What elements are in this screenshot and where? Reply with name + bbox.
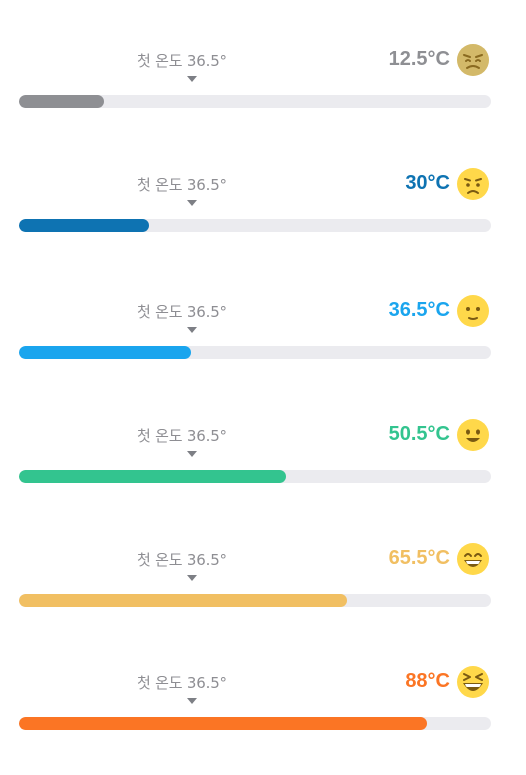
- temperature-progress-fill: [19, 219, 149, 232]
- temperature-row: 첫 온도 36.5° 50.5°C: [0, 415, 526, 495]
- temperature-progress-track: [19, 470, 491, 483]
- temperature-progress-track: [19, 717, 491, 730]
- temperature-progress-fill: [19, 594, 348, 607]
- first-temperature-label: 첫 온도 36.5°: [137, 427, 227, 445]
- first-temperature-label: 첫 온도 36.5°: [137, 551, 227, 569]
- temperature-progress-track: [19, 219, 491, 232]
- sad-face-icon: [457, 168, 489, 200]
- temperature-progress-track: [19, 346, 491, 359]
- first-temperature-label: 첫 온도 36.5°: [137, 52, 227, 70]
- first-temperature-label: 첫 온도 36.5°: [137, 176, 227, 194]
- caret-down-icon: [187, 575, 197, 581]
- first-temperature-label: 첫 온도 36.5°: [137, 674, 227, 692]
- temperature-progress-fill: [19, 346, 192, 359]
- temperature-value: 65.5°C: [388, 547, 450, 569]
- temperature-value: 50.5°C: [388, 423, 450, 445]
- caret-down-icon: [187, 327, 197, 333]
- temperature-row: 첫 온도 36.5° 65.5°C: [0, 539, 526, 619]
- temperature-value: 12.5°C: [388, 48, 450, 70]
- temperature-progress-fill: [19, 95, 104, 108]
- smile-face-icon: [457, 419, 489, 451]
- temperature-progress-track: [19, 95, 491, 108]
- temperature-value: 36.5°C: [388, 299, 450, 321]
- temperature-progress-fill: [19, 470, 286, 483]
- weary-face-icon: [457, 44, 489, 76]
- temperature-row: 첫 온도 36.5° 12.5°C: [0, 40, 526, 120]
- temperature-value: 30°C: [405, 172, 450, 194]
- neutral-face-icon: [457, 295, 489, 327]
- laughing-face-icon: [457, 666, 489, 698]
- caret-down-icon: [187, 451, 197, 457]
- first-temperature-label: 첫 온도 36.5°: [137, 303, 227, 321]
- caret-down-icon: [187, 698, 197, 704]
- temperature-row: 첫 온도 36.5° 30°C: [0, 164, 526, 244]
- grin-face-icon: [457, 543, 489, 575]
- temperature-value: 88°C: [405, 670, 450, 692]
- temperature-row: 첫 온도 36.5° 88°C: [0, 662, 526, 742]
- temperature-progress-track: [19, 594, 491, 607]
- temperature-row: 첫 온도 36.5° 36.5°C: [0, 291, 526, 371]
- caret-down-icon: [187, 76, 197, 82]
- temperature-progress-fill: [19, 717, 428, 730]
- caret-down-icon: [187, 200, 197, 206]
